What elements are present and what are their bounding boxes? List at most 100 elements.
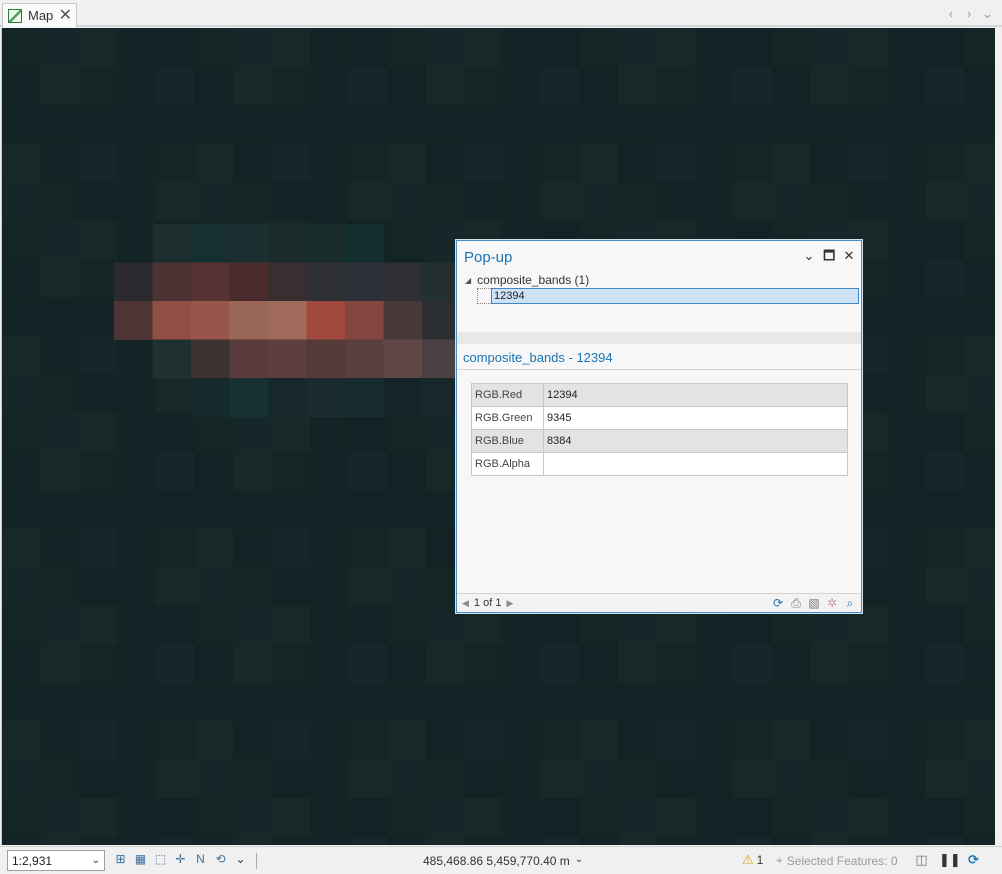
tree-feature-node[interactable]: 12394 [477, 288, 859, 304]
raster-cell [772, 66, 812, 106]
table-row: RGB.Green 9345 [471, 406, 848, 430]
raster-cell [656, 28, 696, 68]
raster-cell [348, 605, 388, 645]
previous-icon[interactable]: ◀ [462, 598, 469, 609]
raster-cell [464, 105, 504, 145]
field-value [543, 452, 848, 476]
raster-cell [926, 66, 966, 106]
raster-cell [618, 66, 658, 106]
raster-cell [464, 28, 504, 68]
raster-cell [926, 798, 966, 838]
raster-cell [2, 105, 42, 145]
collapse-triangle-icon[interactable]: ◢ [465, 276, 471, 285]
rotate-icon[interactable]: ⟲ [212, 851, 229, 868]
raster-cell [695, 644, 735, 684]
raster-cell [117, 759, 157, 799]
chevron-right-icon[interactable]: › [964, 6, 974, 22]
raster-cell [926, 451, 966, 491]
raster-cell [772, 759, 812, 799]
raster-cell [926, 182, 966, 222]
raster-cell [2, 182, 42, 222]
raster-cell [733, 143, 773, 183]
scale-dropdown[interactable]: 1:2,931 ⌄ [7, 850, 105, 871]
draw-mode-icon[interactable]: ◫ [913, 851, 930, 869]
raster-cell [810, 66, 850, 106]
pause-icon[interactable]: ❚❚ [939, 851, 961, 869]
raster-cell [695, 798, 735, 838]
print-icon[interactable]: ⎙ [789, 596, 803, 610]
popup-header[interactable]: Pop-up ⌄ 🗖 ✕ [457, 241, 861, 271]
snapping-icon[interactable]: ⬚ [152, 851, 169, 868]
raster-cell [695, 759, 735, 799]
raster-cell [464, 66, 504, 106]
raster-cell [79, 259, 119, 299]
export-icon[interactable]: ▧ [807, 596, 821, 610]
coordinate-value: 485,468.86 5,459,770.40 m [423, 854, 570, 868]
raster-cell [695, 682, 735, 722]
raster-cell [233, 413, 273, 453]
raster-cell [79, 220, 119, 260]
raster-cell [618, 759, 658, 799]
raster-cell [194, 182, 234, 222]
chevron-down-icon[interactable]: ⌄ [232, 851, 249, 868]
refresh-icon[interactable]: ⟳ [771, 596, 785, 610]
raster-cell [464, 644, 504, 684]
raster-cell [79, 451, 119, 491]
raster-cell [618, 143, 658, 183]
raster-highlight-cell [152, 262, 192, 302]
selection-icon: ⌖ [776, 853, 783, 867]
selected-features[interactable]: ⌖ Selected Features: 0 [776, 853, 898, 868]
raster-cell [926, 413, 966, 453]
raster-cell [502, 644, 542, 684]
raster-cell [310, 182, 350, 222]
chevron-left-icon[interactable]: ‹ [946, 6, 956, 22]
raster-highlight-cell [306, 262, 346, 302]
popup-window[interactable]: Pop-up ⌄ 🗖 ✕ ◢ composite_bands (1) 12394… [456, 240, 862, 613]
raster-cell [2, 28, 42, 68]
raster-cell [464, 836, 504, 845]
raster-cell [464, 721, 504, 761]
warnings[interactable]: ⚠ 1 [742, 852, 763, 868]
tab-map[interactable]: Map ✕ [2, 3, 77, 27]
raster-cell [964, 182, 995, 222]
chevron-down-icon[interactable]: ⌄ [803, 249, 815, 263]
raster-cell [502, 143, 542, 183]
raster-cell [541, 682, 581, 722]
zoom-to-icon[interactable]: ⌕ [843, 596, 857, 610]
chevron-down-icon[interactable]: ⌄ [982, 6, 993, 22]
raster-cell [849, 798, 889, 838]
add-grid-icon[interactable]: ⊞ [112, 851, 129, 868]
raster-cell [310, 567, 350, 607]
raster-cell [348, 682, 388, 722]
raster-cell [2, 605, 42, 645]
raster-cell [579, 836, 619, 845]
refresh-icon[interactable]: ⟳ [965, 851, 982, 869]
raster-cell [733, 759, 773, 799]
popup-splitter[interactable] [457, 332, 861, 344]
raster-cell [849, 143, 889, 183]
field-value: 9345 [543, 406, 848, 430]
north-arrow-icon[interactable]: N [192, 851, 209, 868]
raster-cell [117, 413, 157, 453]
raster-cell [502, 66, 542, 106]
flash-icon[interactable]: ✲ [825, 596, 839, 610]
close-icon[interactable]: ✕ [843, 249, 855, 263]
maximize-icon[interactable]: 🗖 [823, 249, 835, 263]
next-icon[interactable]: ▶ [506, 598, 513, 609]
raster-cell [695, 836, 735, 845]
grid-icon[interactable]: ▦ [132, 851, 149, 868]
raster-cell [733, 66, 773, 106]
raster-cell [40, 105, 80, 145]
raster-cell [618, 682, 658, 722]
raster-cell [656, 66, 696, 106]
guides-icon[interactable]: ✛ [172, 851, 189, 868]
raster-cell [117, 567, 157, 607]
close-icon[interactable]: ✕ [59, 7, 72, 24]
raster-cell [156, 490, 196, 530]
raster-cell [310, 759, 350, 799]
raster-cell [348, 143, 388, 183]
tree-layer-node[interactable]: ◢ composite_bands (1) [465, 273, 589, 287]
raster-cell [964, 682, 995, 722]
coordinate-readout[interactable]: 485,468.86 5,459,770.40 m ⌄ [423, 854, 583, 868]
raster-cell [772, 721, 812, 761]
